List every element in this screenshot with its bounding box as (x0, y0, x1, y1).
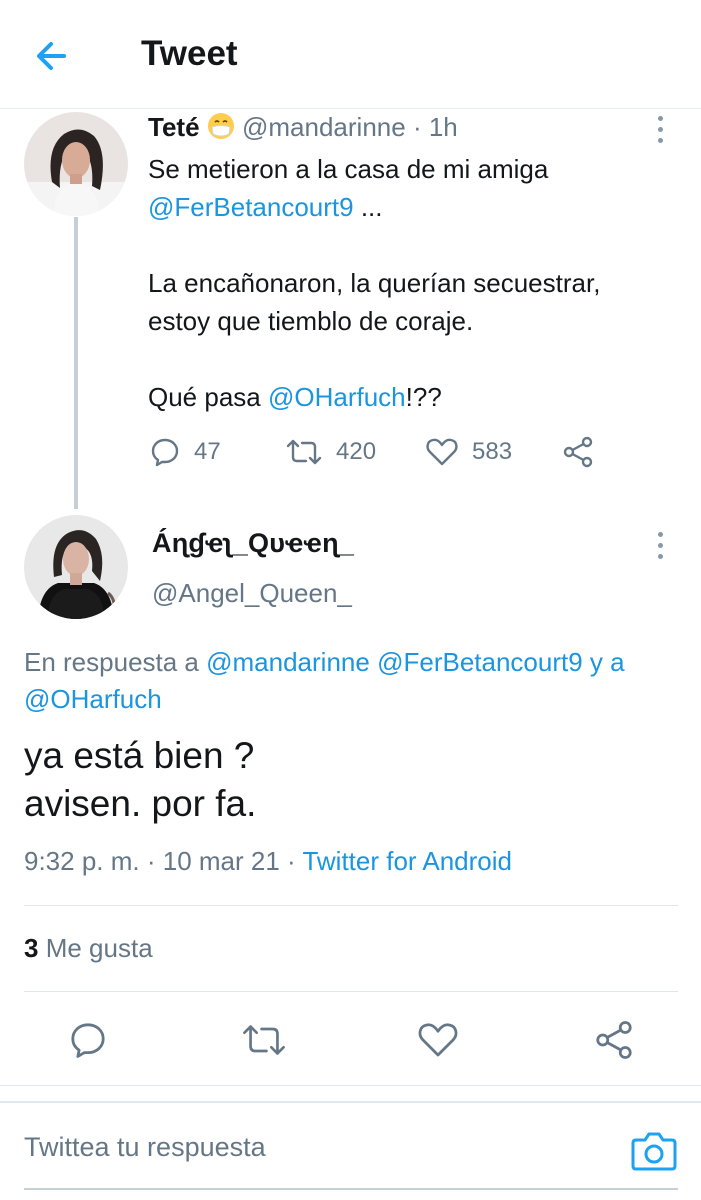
likes-label: Me gusta (45, 933, 153, 963)
mention-link[interactable]: @OHarfuch (268, 382, 406, 412)
retweet-button[interactable] (240, 1016, 288, 1064)
display-name[interactable]: Teté (148, 112, 200, 142)
mention-link[interactable]: @OHarfuch (24, 684, 162, 714)
top-bar: Tweet (0, 0, 701, 109)
text-ellipsis: ... (353, 192, 383, 222)
share-button[interactable] (590, 1016, 638, 1064)
mention-link[interactable]: @FerBetancourt9 (148, 192, 354, 222)
tweet-text: ya está bien ? avisen. por fa. (24, 732, 684, 828)
back-arrow-icon[interactable] (30, 36, 76, 76)
mention-link[interactable]: @mandarinne (206, 647, 370, 677)
thread-connector (74, 217, 78, 509)
mention-link[interactable]: @FerBetancourt9 (377, 647, 583, 677)
reply-icon (71, 1023, 105, 1058)
text-line: avisen. por fa. (24, 783, 257, 824)
text-line: Qué pasa (148, 382, 268, 412)
more-options-icon[interactable] (652, 528, 668, 564)
divider (24, 905, 678, 906)
divider (0, 1101, 701, 1103)
like-button[interactable]: 583 (426, 430, 512, 474)
likes-summary[interactable]: 3 Me gusta (24, 933, 153, 964)
tweet-date: · 10 mar 21 · (146, 846, 296, 876)
user-handle[interactable]: @Angel_Queen_ (152, 578, 352, 609)
retweet-icon (286, 439, 322, 465)
retweet-icon (243, 1025, 285, 1055)
reply-prefix: En respuesta a (24, 647, 207, 677)
reply-icon (151, 438, 179, 467)
share-icon (563, 436, 593, 468)
retweet-button[interactable]: 420 (286, 430, 376, 474)
input-underline (24, 1188, 678, 1190)
likes-count: 3 (24, 933, 39, 963)
display-name[interactable]: Áɳɠҽʅ_Qυҽҽɳ_ (152, 528, 354, 559)
more-options-icon[interactable] (652, 112, 668, 148)
text-suffix: !?? (405, 382, 442, 412)
divider (24, 991, 678, 992)
retweet-count: 420 (336, 438, 377, 465)
avatar[interactable] (24, 515, 128, 619)
tweet-time: 9:32 p. m. (24, 846, 140, 876)
text-line: Se metieron a la casa de mi amiga (148, 154, 549, 184)
like-button[interactable] (414, 1016, 462, 1064)
text-paragraph: La encañonaron, la querían secuestrar, e… (148, 268, 601, 336)
avatar[interactable] (24, 112, 128, 216)
timestamp: · 1h (412, 112, 458, 142)
tweet-text: Se metieron a la casa de mi amiga @FerBe… (148, 150, 668, 416)
share-button[interactable] (562, 430, 608, 474)
camera-icon[interactable] (630, 1128, 678, 1174)
heart-icon (426, 438, 458, 466)
reply-button[interactable]: 47 (150, 430, 221, 474)
share-icon (596, 1021, 632, 1059)
reply-input[interactable]: Twittea tu respuesta (24, 1132, 594, 1163)
reply-joiner: y a (582, 647, 625, 677)
reply-count: 47 (194, 438, 221, 465)
text-line: ya está bien ? (24, 735, 255, 776)
like-count: 583 (472, 438, 513, 465)
reply-context: En respuesta a @mandarinne @FerBetancour… (24, 644, 684, 718)
tweet-header: Teté @mandarinne · 1h (148, 112, 458, 147)
heart-icon (418, 1023, 458, 1057)
reply-button[interactable] (64, 1016, 112, 1064)
mask-face-emoji-icon (207, 112, 235, 147)
page-title: Tweet (141, 34, 238, 73)
source-link[interactable]: Twitter for Android (302, 846, 512, 876)
tweet-meta: 9:32 p. m. · 10 mar 21 · Twitter for And… (24, 846, 512, 877)
divider (0, 1085, 701, 1086)
user-handle[interactable]: @mandarinne (242, 112, 406, 142)
